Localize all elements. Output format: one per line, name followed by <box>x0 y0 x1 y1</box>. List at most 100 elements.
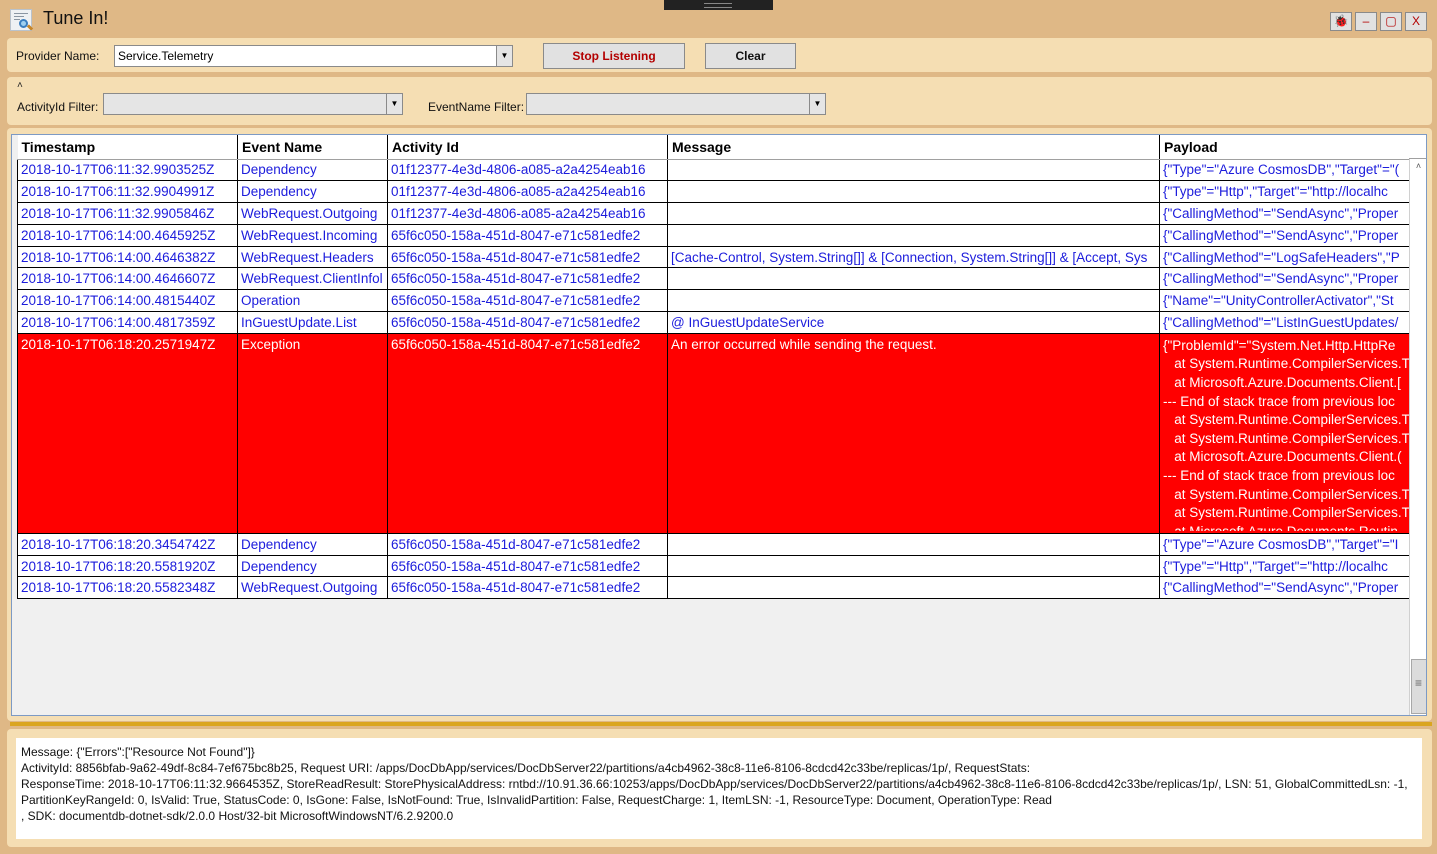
activity-id-cell[interactable]: 65f6c050-158a-451d-8047-e71c581edfe2 <box>387 224 668 247</box>
message-cell[interactable] <box>667 267 1160 291</box>
event-name-cell[interactable]: WebRequest.Headers <box>237 246 388 269</box>
activity-id-cell[interactable]: 65f6c050-158a-451d-8047-e71c581edfe2 <box>387 555 668 578</box>
table-row[interactable]: 2018-10-17T06:11:32.9905846Z WebRequest.O… <box>17 202 1414 225</box>
column-header-activity-id[interactable]: Activity Id <box>387 135 668 160</box>
message-cell[interactable] <box>667 202 1160 225</box>
vertical-scrollbar[interactable]: ˄ <box>1409 159 1426 715</box>
chevron-down-icon[interactable]: ▼ <box>386 94 402 114</box>
table-row[interactable]: 2018-10-17T06:11:32.9904991Z Dependency 01… <box>17 180 1414 204</box>
message-cell[interactable] <box>667 159 1160 182</box>
message-cell[interactable]: [Cache-Control, System.String[]] & [Conn… <box>667 246 1160 269</box>
event-name-cell[interactable]: Dependency <box>237 180 388 204</box>
timestamp-cell[interactable]: 2018-10-17T06:14:00.4646382Z <box>17 246 238 269</box>
payload-cell[interactable]: {"Type"="Azure CosmosDB","Target"="( <box>1159 159 1414 182</box>
timestamp-cell[interactable]: 2018-10-17T06:18:20.5581920Z <box>17 555 238 578</box>
table-row[interactable]: 2018-10-17T06:14:00.4817359Z InGuestUpdat… <box>17 311 1414 334</box>
event-name-cell[interactable]: Dependency <box>237 533 388 556</box>
activity-id-cell[interactable]: 01f12377-4e3d-4806-a085-a2a4254eab16 <box>387 159 668 182</box>
event-name-cell[interactable]: WebRequest.Outgoing <box>237 576 388 600</box>
timestamp-cell[interactable]: 2018-10-17T06:18:20.5582348Z <box>17 576 238 600</box>
column-header-timestamp[interactable]: Timestamp <box>17 135 238 160</box>
table-row[interactable]: 2018-10-17T06:14:00.4646607Z WebRequest.C… <box>17 267 1414 291</box>
activity-id-cell[interactable]: 65f6c050-158a-451d-8047-e71c581edfe2 <box>387 576 668 600</box>
bug-button[interactable]: 🐞 <box>1330 12 1352 31</box>
stop-listening-button[interactable]: Stop Listening <box>543 43 685 69</box>
event-name-cell[interactable]: InGuestUpdate.List <box>237 311 388 334</box>
message-cell[interactable] <box>667 555 1160 578</box>
scrollbar-thumb[interactable] <box>1411 659 1426 714</box>
activity-id-cell[interactable]: 65f6c050-158a-451d-8047-e71c581edfe2 <box>387 533 668 556</box>
table-row[interactable]: 2018-10-17T06:18:20.3454742Z Dependency 65… <box>17 533 1414 556</box>
activity-id-cell[interactable]: 65f6c050-158a-451d-8047-e71c581edfe2 <box>387 333 668 534</box>
activity-id-cell[interactable]: 65f6c050-158a-451d-8047-e71c581edfe2 <box>387 246 668 269</box>
detail-panel: Message: {"Errors":["Resource Not Found"… <box>7 729 1432 847</box>
payload-cell[interactable]: {"ProblemId"="System.Net.Http.HttpRe at … <box>1159 333 1414 534</box>
table-row-error[interactable]: 2018-10-17T06:18:20.2571947Z Exception 65f… <box>17 333 1414 534</box>
payload-cell[interactable]: {"CallingMethod"="SendAsync","Proper <box>1159 202 1414 225</box>
event-name-cell[interactable]: WebRequest.ClientInfol <box>237 267 388 291</box>
event-name-cell[interactable]: Exception <box>237 333 388 534</box>
payload-cell[interactable]: {"Type"="Http","Target"="http://localhc <box>1159 180 1414 204</box>
activity-id-cell[interactable]: 01f12377-4e3d-4806-a085-a2a4254eab16 <box>387 202 668 225</box>
close-button[interactable]: X <box>1405 12 1427 31</box>
message-cell[interactable]: An error occurred while sending the requ… <box>667 333 1160 534</box>
detail-line: ResponseTime: 2018-10-17T06:11:32.966453… <box>21 777 1408 791</box>
close-icon: X <box>1411 14 1420 28</box>
message-cell[interactable] <box>667 576 1160 600</box>
activity-id-cell[interactable]: 65f6c050-158a-451d-8047-e71c581edfe2 <box>387 267 668 291</box>
table-row[interactable]: 2018-10-17T06:18:20.5581920Z Dependency 65… <box>17 555 1414 578</box>
chevron-down-icon[interactable]: ▼ <box>496 46 512 66</box>
window-drag-grip[interactable] <box>664 0 773 10</box>
message-cell[interactable] <box>667 533 1160 556</box>
payload-cell[interactable]: {"Name"="UnityControllerActivator","St <box>1159 289 1414 313</box>
scroll-up-icon[interactable]: ˄ <box>1410 161 1426 177</box>
column-header-event-name[interactable]: Event Name <box>237 135 388 160</box>
activityid-filter-combobox[interactable]: ▼ <box>103 93 403 115</box>
activity-id-cell[interactable]: 01f12377-4e3d-4806-a085-a2a4254eab16 <box>387 180 668 204</box>
minimize-button[interactable]: – <box>1355 12 1377 31</box>
payload-cell[interactable]: {"CallingMethod"="SendAsync","Proper <box>1159 576 1414 600</box>
timestamp-cell[interactable]: 2018-10-17T06:14:00.4817359Z <box>17 311 238 334</box>
timestamp-cell[interactable]: 2018-10-17T06:11:32.9903525Z <box>17 159 238 182</box>
eventname-filter-combobox[interactable]: ▼ <box>526 93 826 115</box>
payload-cell[interactable]: {"CallingMethod"="LogSafeHeaders","P <box>1159 246 1414 269</box>
activity-id-cell[interactable]: 65f6c050-158a-451d-8047-e71c581edfe2 <box>387 311 668 334</box>
table-row[interactable]: 2018-10-17T06:14:00.4815440Z Operation 65f… <box>17 289 1414 313</box>
timestamp-cell[interactable]: 2018-10-17T06:14:00.4645925Z <box>17 224 238 247</box>
timestamp-cell[interactable]: 2018-10-17T06:18:20.2571947Z <box>17 333 238 534</box>
column-header-message[interactable]: Message <box>667 135 1160 160</box>
maximize-button[interactable]: ▢ <box>1380 12 1402 31</box>
eventname-filter-label: EventName Filter: <box>428 100 525 114</box>
splitter[interactable] <box>10 722 1432 726</box>
payload-cell[interactable]: {"Type"="Http","Target"="http://localhc <box>1159 555 1414 578</box>
maximize-icon: ▢ <box>1385 14 1397 28</box>
event-name-cell[interactable]: Operation <box>237 289 388 313</box>
chevron-down-icon[interactable]: ▼ <box>809 94 825 114</box>
activity-id-cell[interactable]: 65f6c050-158a-451d-8047-e71c581edfe2 <box>387 289 668 313</box>
table-row[interactable]: 2018-10-17T06:14:00.4645925Z WebRequest.I… <box>17 224 1414 247</box>
event-name-cell[interactable]: Dependency <box>237 159 388 182</box>
clear-button[interactable]: Clear <box>705 43 796 69</box>
message-cell[interactable] <box>667 289 1160 313</box>
timestamp-cell[interactable]: 2018-10-17T06:14:00.4815440Z <box>17 289 238 313</box>
timestamp-cell[interactable]: 2018-10-17T06:11:32.9905846Z <box>17 202 238 225</box>
payload-cell[interactable]: {"CallingMethod"="ListInGuestUpdates/ <box>1159 311 1414 334</box>
timestamp-cell[interactable]: 2018-10-17T06:14:00.4646607Z <box>17 267 238 291</box>
payload-cell[interactable]: {"Type"="Azure CosmosDB","Target"="I <box>1159 533 1414 556</box>
payload-cell[interactable]: {"CallingMethod"="SendAsync","Proper <box>1159 267 1414 291</box>
timestamp-cell[interactable]: 2018-10-17T06:11:32.9904991Z <box>17 180 238 204</box>
timestamp-cell[interactable]: 2018-10-17T06:18:20.3454742Z <box>17 533 238 556</box>
payload-cell[interactable]: {"CallingMethod"="SendAsync","Proper <box>1159 224 1414 247</box>
column-header-payload[interactable]: Payload <box>1159 135 1414 160</box>
message-cell[interactable] <box>667 180 1160 204</box>
message-cell[interactable]: @ InGuestUpdateService <box>667 311 1160 334</box>
event-name-cell[interactable]: Dependency <box>237 555 388 578</box>
collapse-caret-icon[interactable]: ˄ <box>17 80 23 91</box>
provider-name-combobox[interactable]: Service.Telemetry ▼ <box>114 45 513 67</box>
message-cell[interactable] <box>667 224 1160 247</box>
table-row[interactable]: 2018-10-17T06:11:32.9903525Z Dependency 01… <box>17 159 1414 182</box>
table-row[interactable]: 2018-10-17T06:14:00.4646382Z WebRequest.H… <box>17 246 1414 269</box>
event-name-cell[interactable]: WebRequest.Incoming <box>237 224 388 247</box>
event-name-cell[interactable]: WebRequest.Outgoing <box>237 202 388 225</box>
table-row[interactable]: 2018-10-17T06:18:20.5582348Z WebRequest.O… <box>17 576 1414 600</box>
